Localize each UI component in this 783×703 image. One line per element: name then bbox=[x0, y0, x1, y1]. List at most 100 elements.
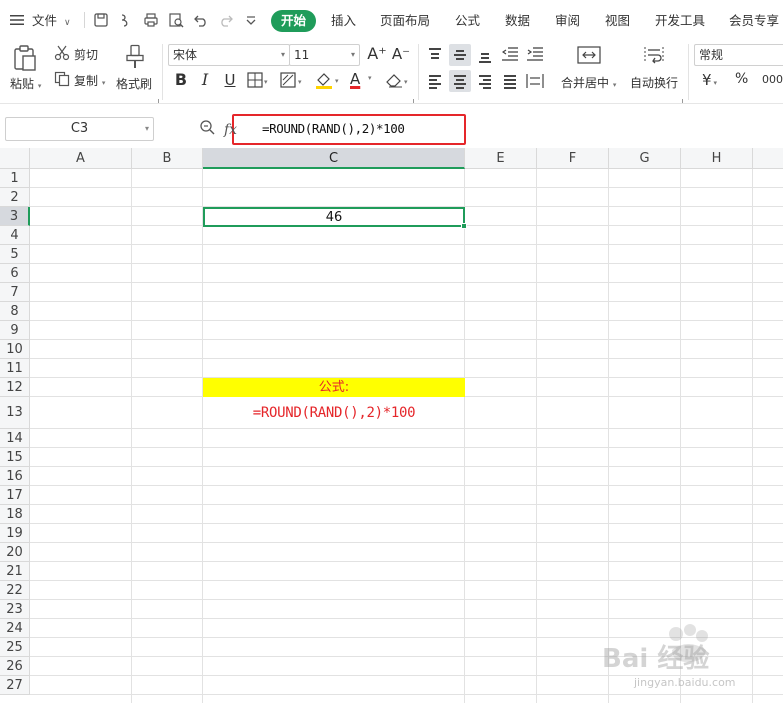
tab-view[interactable]: 视图 bbox=[605, 10, 630, 32]
row-header-24[interactable]: 24 bbox=[0, 619, 30, 638]
tab-data[interactable]: 数据 bbox=[505, 10, 530, 32]
row-header-7[interactable]: 7 bbox=[0, 283, 30, 302]
quick-access-more-icon[interactable] bbox=[244, 12, 262, 30]
row-header-15[interactable]: 15 bbox=[0, 448, 30, 467]
row-header-6[interactable]: 6 bbox=[0, 264, 30, 283]
justify-button[interactable] bbox=[499, 70, 521, 92]
row-header-8[interactable]: 8 bbox=[0, 302, 30, 321]
row-header-5[interactable]: 5 bbox=[0, 245, 30, 264]
increase-indent-icon[interactable] bbox=[527, 47, 543, 64]
cell-c3-selected[interactable]: 46 bbox=[203, 207, 465, 227]
row-header-3[interactable]: 3 bbox=[0, 207, 30, 226]
row-gridline bbox=[30, 447, 783, 448]
row-header-12[interactable]: 12 bbox=[0, 378, 30, 397]
decrease-indent-icon[interactable] bbox=[501, 47, 518, 64]
row-header-4[interactable]: 4 bbox=[0, 226, 30, 245]
clear-format-icon[interactable]: ▾ bbox=[384, 72, 412, 91]
wrap-text-button[interactable]: 自动换行 bbox=[630, 74, 678, 91]
row-header-11[interactable]: 11 bbox=[0, 359, 30, 378]
column-header-c[interactable]: C bbox=[203, 148, 465, 169]
copy-icon[interactable] bbox=[54, 71, 70, 90]
increase-font-size-button[interactable]: A⁺ bbox=[366, 43, 388, 65]
file-menu[interactable]: 文件 ∨ bbox=[10, 10, 71, 32]
tab-developer[interactable]: 开发工具 bbox=[655, 10, 705, 32]
tab-insert[interactable]: 插入 bbox=[331, 10, 356, 32]
row-header-27[interactable]: 27 bbox=[0, 676, 30, 695]
cut-button[interactable]: 剪切 bbox=[74, 46, 98, 63]
fill-color-icon[interactable]: ▾ bbox=[314, 71, 342, 92]
zoom-search-icon[interactable] bbox=[199, 119, 215, 138]
align-left-button[interactable] bbox=[424, 70, 446, 92]
cut-icon[interactable] bbox=[54, 45, 70, 64]
formula-input[interactable]: fx =ROUND(RAND(),2)*100 bbox=[224, 114, 466, 145]
print-preview-icon[interactable] bbox=[168, 12, 186, 30]
align-right-button[interactable] bbox=[474, 70, 496, 92]
row-header-18[interactable]: 18 bbox=[0, 505, 30, 524]
row-header-16[interactable]: 16 bbox=[0, 467, 30, 486]
align-bottom-button[interactable] bbox=[474, 44, 496, 66]
align-top-button[interactable] bbox=[424, 44, 446, 66]
merge-center-button[interactable]: 合并居中 ▾ bbox=[561, 74, 616, 91]
column-header-a[interactable]: A bbox=[30, 148, 132, 169]
align-center-button[interactable] bbox=[449, 70, 471, 92]
column-header-e[interactable]: E bbox=[465, 148, 537, 169]
export-pdf-icon[interactable] bbox=[118, 12, 136, 30]
row-header-14[interactable]: 14 bbox=[0, 429, 30, 448]
percent-button[interactable]: % bbox=[735, 71, 748, 87]
row-header-17[interactable]: 17 bbox=[0, 486, 30, 505]
print-icon[interactable] bbox=[143, 12, 161, 30]
align-middle-button[interactable] bbox=[449, 44, 471, 66]
row-header-2[interactable]: 2 bbox=[0, 188, 30, 207]
cell-c12[interactable]: 公式: bbox=[203, 378, 465, 397]
cell-c13[interactable]: =ROUND(RAND(),2)*100 bbox=[203, 397, 465, 429]
row-header-25[interactable]: 25 bbox=[0, 638, 30, 657]
format-painter-button[interactable]: 格式刷 bbox=[116, 75, 152, 92]
currency-button[interactable]: ¥ ▾ bbox=[702, 71, 717, 89]
copy-button[interactable]: 复制 ▾ bbox=[74, 72, 105, 89]
row-header-26[interactable]: 26 bbox=[0, 657, 30, 676]
row-header-20[interactable]: 20 bbox=[0, 543, 30, 562]
tab-formulas[interactable]: 公式 bbox=[455, 10, 480, 32]
row-header-23[interactable]: 23 bbox=[0, 600, 30, 619]
fill-pattern-icon[interactable]: ▾ bbox=[280, 72, 304, 91]
font-color-button[interactable]: A bbox=[350, 70, 360, 88]
select-all-corner[interactable] bbox=[0, 148, 30, 169]
paste-button[interactable]: 粘贴 ▾ bbox=[10, 75, 41, 92]
row-header-22[interactable]: 22 bbox=[0, 581, 30, 600]
column-header-g[interactable]: G bbox=[609, 148, 681, 169]
redo-icon[interactable] bbox=[218, 12, 236, 30]
tab-member[interactable]: 会员专享 bbox=[729, 10, 779, 32]
merge-center-icon[interactable] bbox=[577, 45, 601, 68]
italic-button[interactable]: I bbox=[194, 69, 216, 91]
borders-icon[interactable]: ▾ bbox=[247, 72, 269, 91]
row-header-13[interactable]: 13 bbox=[0, 397, 30, 429]
row-header-21[interactable]: 21 bbox=[0, 562, 30, 581]
name-box[interactable]: C3 ▾ bbox=[5, 117, 154, 141]
number-format-select[interactable]: 常规 bbox=[694, 44, 783, 66]
fill-handle[interactable] bbox=[461, 223, 467, 229]
paste-icon[interactable] bbox=[12, 44, 38, 75]
tab-page-layout[interactable]: 页面布局 bbox=[380, 10, 430, 32]
save-icon[interactable] bbox=[93, 12, 111, 30]
format-painter-icon[interactable] bbox=[124, 44, 146, 73]
row-header-10[interactable]: 10 bbox=[0, 340, 30, 359]
underline-button[interactable]: U bbox=[219, 69, 241, 91]
wrap-text-icon[interactable] bbox=[643, 45, 665, 68]
column-header-b[interactable]: B bbox=[132, 148, 203, 169]
decrease-font-size-button[interactable]: A⁻ bbox=[390, 43, 412, 65]
tab-review[interactable]: 审阅 bbox=[555, 10, 580, 32]
thousands-separator-button[interactable]: 000 bbox=[762, 73, 783, 86]
row-header-1[interactable]: 1 bbox=[0, 169, 30, 188]
font-size-select[interactable]: 11 ▾ bbox=[289, 44, 360, 66]
column-header-h[interactable]: H bbox=[681, 148, 753, 169]
merge-center-label: 合并居中 bbox=[561, 76, 610, 90]
row-header-9[interactable]: 9 bbox=[0, 321, 30, 340]
undo-icon[interactable] bbox=[193, 12, 211, 30]
column-header-overflow[interactable] bbox=[753, 148, 783, 169]
row-header-19[interactable]: 19 bbox=[0, 524, 30, 543]
tab-home[interactable]: 开始 bbox=[271, 10, 317, 32]
column-header-f[interactable]: F bbox=[537, 148, 609, 169]
bold-button[interactable]: B bbox=[170, 69, 192, 91]
font-name-select[interactable]: 宋体 ▾ bbox=[168, 44, 290, 66]
distributed-align-icon[interactable] bbox=[526, 73, 544, 92]
